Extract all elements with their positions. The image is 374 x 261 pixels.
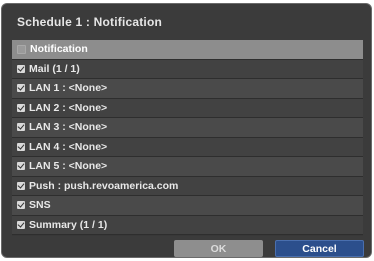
list-item-label: LAN 4 : <None> [29, 140, 108, 153]
list-item-label: Mail (1 / 1) [29, 62, 80, 75]
notification-header-row[interactable]: Notification [12, 40, 363, 60]
list-item-lan-5[interactable]: LAN 5 : <None> [12, 157, 363, 177]
dialog-title: Schedule 1 : Notification [17, 15, 163, 29]
checkbox-checked-icon[interactable] [17, 64, 25, 73]
notification-header-label: Notification [30, 43, 88, 56]
list-item-lan-2[interactable]: LAN 2 : <None> [12, 98, 363, 118]
checkbox-checked-icon[interactable] [17, 103, 25, 112]
checkbox-checked-icon[interactable] [17, 181, 25, 190]
list-item-lan-3[interactable]: LAN 3 : <None> [12, 118, 363, 138]
notification-dialog: Schedule 1 : Notification Notification M… [1, 3, 372, 258]
checkbox-icon[interactable] [17, 44, 26, 54]
list-item-label: Push : push.revoamerica.com [29, 179, 179, 192]
list-item-mail[interactable]: Mail (1 / 1) [12, 59, 363, 79]
checkbox-checked-icon[interactable] [17, 84, 25, 93]
notification-list: Notification Mail (1 / 1) LAN 1 : <None>… [12, 40, 363, 236]
list-item-label: LAN 3 : <None> [29, 121, 108, 134]
list-item-lan-1[interactable]: LAN 1 : <None> [12, 79, 363, 99]
cancel-button[interactable]: Cancel [275, 240, 364, 257]
checkbox-checked-icon[interactable] [17, 142, 25, 151]
list-item-sns[interactable]: SNS [12, 196, 363, 216]
list-item-push[interactable]: Push : push.revoamerica.com [12, 176, 363, 196]
list-item-label: Summary (1 / 1) [29, 218, 108, 231]
list-item-label: LAN 2 : <None> [29, 101, 108, 114]
list-item-label: LAN 5 : <None> [29, 160, 108, 173]
ok-button[interactable]: OK [174, 240, 263, 257]
checkbox-checked-icon[interactable] [17, 201, 25, 210]
list-item-label: SNS [29, 199, 51, 212]
dialog-buttons: OK Cancel [174, 240, 364, 257]
checkbox-checked-icon[interactable] [17, 162, 25, 171]
list-item-label: LAN 1 : <None> [29, 82, 108, 95]
list-item-summary[interactable]: Summary (1 / 1) [12, 215, 363, 235]
checkbox-checked-icon[interactable] [17, 220, 25, 229]
list-item-lan-4[interactable]: LAN 4 : <None> [12, 137, 363, 157]
checkbox-checked-icon[interactable] [17, 123, 25, 132]
